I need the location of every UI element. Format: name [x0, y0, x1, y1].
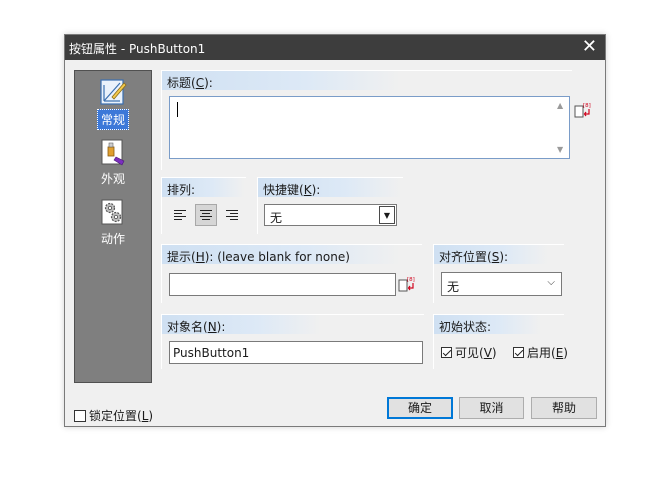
visible-label-suffix: ) — [491, 345, 497, 360]
ok-button[interactable]: 确定 — [387, 397, 453, 419]
close-icon[interactable]: ✕ — [582, 36, 597, 58]
lock-label-prefix: 锁定位置( — [89, 409, 142, 423]
window-title: 按钮属性 - PushButton1 — [69, 42, 206, 56]
category-pane: 常规 外观 动作 — [74, 70, 152, 383]
align-right-icon — [226, 210, 238, 220]
shortcut-value: 无 — [270, 211, 283, 225]
align-center-icon — [200, 210, 212, 220]
button-properties-dialog: 按钮属性 - PushButton1 ✕ 常规 外观 动作 标题(C): ▲ ▼… — [64, 34, 606, 427]
category-appearance-label: 外观 — [100, 172, 125, 186]
enabled-label-prefix: 启用( — [527, 346, 556, 360]
category-action-label: 动作 — [100, 232, 125, 246]
caption-textarea[interactable]: ▲ ▼ — [169, 96, 570, 159]
initial-state-section-header: 初始状态: — [433, 314, 541, 334]
title-section-header: 标题(C): — [161, 70, 401, 90]
general-pencil-icon — [100, 79, 127, 105]
chevron-down-icon[interactable]: ⌵ — [547, 277, 555, 288]
title-bar[interactable]: 按钮属性 - PushButton1 ✕ — [65, 35, 605, 60]
enabled-label-key: E — [555, 345, 564, 360]
shortcut-header-suffix: ): — [311, 183, 321, 197]
tooltip-input[interactable] — [169, 273, 396, 296]
align-center-button[interactable] — [195, 204, 217, 226]
category-general[interactable]: 常规 — [75, 77, 151, 130]
cancel-button[interactable]: 取消 — [459, 397, 524, 419]
help-button[interactable]: 帮助 — [531, 397, 597, 419]
tooltip-header-prefix: 提示( — [167, 250, 196, 264]
alignment-header-prefix: 对齐位置( — [439, 250, 492, 264]
svg-text:[8]: [8] — [583, 103, 591, 109]
lock-label-key: L — [141, 408, 149, 423]
arrange-section-header: 排列: — [161, 177, 245, 197]
insert-field-icon[interactable]: [8] — [574, 101, 592, 119]
tooltip-header-suffix: ): (leave blank for none) — [204, 250, 350, 264]
svg-text:[8]: [8] — [407, 277, 415, 283]
appearance-paint-icon — [101, 139, 125, 166]
object-name-section-header: 对象名(N): — [161, 314, 321, 334]
tooltip-section-header: 提示(H): (leave blank for none) — [161, 244, 401, 264]
dropdown-arrow-icon[interactable]: ▼ — [379, 206, 395, 224]
insert-field-icon[interactable]: [8] — [398, 275, 416, 293]
lock-label-suffix: ) — [148, 408, 154, 423]
alignment-header-suffix: ): — [499, 250, 509, 264]
enabled-checkbox[interactable]: 启用(E) — [513, 344, 568, 361]
shortcut-section-header: 快捷键(K): — [257, 177, 402, 197]
alignment-select[interactable]: 无 ⌵ — [441, 272, 562, 296]
visible-checkbox-box[interactable] — [441, 347, 452, 358]
caption-scrollbar[interactable]: ▲ ▼ — [554, 97, 569, 158]
shortcut-select[interactable]: 无 ▼ — [264, 204, 397, 226]
title-header-key: C — [195, 76, 205, 90]
text-caret — [177, 102, 178, 117]
tooltip-header-key: H — [195, 250, 205, 264]
align-left-icon — [174, 210, 186, 220]
alignment-section-header: 对齐位置(S): — [433, 244, 548, 264]
alignment-value: 无 — [447, 280, 460, 294]
visible-label-key: V — [483, 345, 492, 360]
lock-position-checkbox-box[interactable] — [74, 409, 86, 422]
category-action[interactable]: 动作 — [75, 197, 151, 248]
action-gears-icon — [101, 199, 123, 225]
visible-label-prefix: 可见( — [455, 346, 484, 360]
scroll-up-icon[interactable]: ▲ — [557, 101, 563, 110]
objname-header-key: N — [207, 320, 217, 334]
shortcut-header-key: K — [303, 183, 312, 197]
object-name-input[interactable]: PushButton1 — [169, 341, 423, 364]
enabled-checkbox-box[interactable] — [513, 347, 524, 358]
align-right-button[interactable] — [221, 204, 243, 226]
object-name-value: PushButton1 — [173, 346, 250, 360]
title-header-prefix: 标题( — [167, 76, 196, 90]
category-general-label: 常规 — [96, 109, 129, 130]
category-appearance[interactable]: 外观 — [75, 137, 151, 188]
visible-checkbox[interactable]: 可见(V) — [441, 344, 497, 361]
shortcut-header-prefix: 快捷键( — [263, 183, 304, 197]
scroll-down-icon[interactable]: ▼ — [557, 145, 563, 154]
align-left-button[interactable] — [169, 204, 191, 226]
lock-position-checkbox[interactable]: 锁定位置(L) — [74, 407, 153, 424]
objname-header-prefix: 对象名( — [167, 320, 208, 334]
title-header-suffix: ): — [204, 76, 213, 90]
objname-header-suffix: ): — [216, 320, 226, 334]
enabled-label-suffix: ) — [563, 345, 568, 360]
